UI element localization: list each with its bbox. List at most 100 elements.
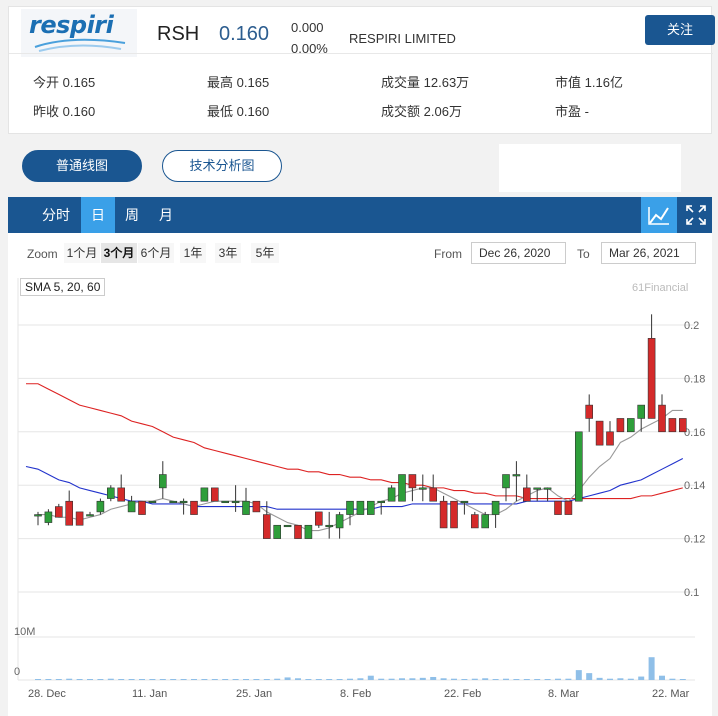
candle-body — [512, 474, 521, 477]
volume-bar — [544, 679, 551, 680]
volume-bar — [555, 678, 561, 680]
volume-bar — [243, 679, 249, 680]
candle-body — [86, 514, 94, 517]
candle-body — [179, 500, 188, 504]
volume-bar — [76, 679, 83, 680]
candle-body — [65, 500, 73, 526]
candle-body — [107, 487, 115, 499]
candle-body — [127, 500, 136, 513]
candle-body — [304, 524, 313, 539]
candle-body — [418, 487, 427, 490]
y-tick-label: 0.16 — [684, 427, 705, 439]
volume-bar — [295, 678, 301, 680]
volume-bar — [97, 679, 104, 680]
x-tick-label: 28. Dec — [28, 688, 66, 700]
volume-bar — [378, 678, 385, 680]
candle-body — [366, 500, 375, 515]
candle-body — [637, 404, 646, 419]
volume-bar — [211, 679, 218, 680]
candle-body — [491, 500, 500, 515]
volume-bar — [315, 679, 322, 680]
x-tick-label: 22. Mar — [652, 688, 690, 700]
candle-body — [231, 500, 240, 504]
volume-bar — [648, 657, 655, 680]
candle-body — [585, 404, 594, 419]
volume-tick-label: 10M — [14, 626, 35, 638]
candle-body — [678, 418, 687, 433]
candle-body — [408, 474, 417, 489]
candle-body — [460, 500, 469, 504]
candle-body — [356, 500, 365, 515]
volume-bar — [35, 679, 41, 680]
volume-bar — [409, 678, 416, 680]
volume-bar — [253, 679, 260, 680]
volume-bar — [534, 679, 541, 680]
volume-bar — [513, 679, 520, 680]
candle-body — [190, 500, 198, 515]
volume-bar — [492, 679, 499, 680]
volume-bar — [461, 679, 468, 680]
candle-body — [273, 524, 282, 539]
candle-body — [668, 418, 677, 433]
candle-body — [398, 474, 406, 502]
candle-body — [626, 418, 635, 433]
candle-body — [574, 431, 583, 502]
volume-bar — [149, 679, 156, 680]
candle-body — [429, 487, 438, 502]
candle-body — [335, 514, 344, 529]
x-tick-label: 22. Feb — [444, 688, 481, 700]
candle-body — [325, 524, 334, 528]
sma60-line — [26, 383, 683, 500]
candle-body — [377, 500, 386, 504]
candle-body — [159, 474, 167, 489]
candle-body — [211, 487, 219, 502]
volume-bar — [232, 679, 239, 680]
volume-bar — [607, 678, 613, 680]
candle-body — [554, 500, 562, 515]
y-tick-label: 0.18 — [684, 373, 705, 385]
candle-body — [200, 487, 209, 502]
volume-bar — [66, 678, 73, 680]
volume-tick-label: 0 — [14, 666, 20, 678]
volume-bar — [399, 678, 405, 680]
volume-bar — [523, 679, 530, 680]
volume-bar — [107, 678, 114, 680]
candle-body — [54, 506, 63, 518]
x-tick-label: 25. Jan — [236, 688, 272, 700]
candle-body — [262, 514, 271, 539]
volume-bar — [222, 679, 229, 680]
x-tick-label: 8. Feb — [340, 688, 371, 700]
volume-bar — [284, 677, 291, 680]
volume-bar — [575, 670, 582, 680]
volume-bar — [170, 679, 177, 680]
volume-bar — [430, 676, 437, 680]
volume-bar — [659, 675, 665, 680]
volume-bar — [347, 678, 353, 680]
candle-body — [616, 418, 625, 433]
volume-bar — [180, 679, 187, 680]
candle-body — [96, 500, 105, 513]
page: respiri RSH 0.160 0.000 0.00% RESPIRI LI… — [0, 0, 718, 716]
volume-bar — [596, 677, 603, 680]
volume-bar — [55, 679, 62, 680]
candle-body — [470, 514, 479, 529]
candle-body — [75, 511, 84, 526]
volume-bar — [274, 678, 281, 680]
candle-body — [543, 487, 552, 490]
y-tick-label: 0.2 — [684, 320, 699, 332]
candle-body — [658, 404, 666, 433]
candlestick-chart: 0.2 0.18 0.16 0.14 0.12 0.1 10M 0 28. Dec 11. Jan… — [14, 278, 705, 700]
candle-body — [595, 420, 604, 446]
y-tick-label: 0.1 — [684, 587, 699, 599]
candle-body — [502, 474, 510, 489]
volume-bar — [201, 679, 208, 680]
volume-bar — [159, 679, 166, 680]
candle-body — [439, 500, 448, 529]
volume-bar — [305, 679, 312, 680]
volume-bar — [326, 679, 333, 680]
candle-body — [606, 431, 614, 446]
candle-body — [34, 514, 42, 517]
x-tick-label: 8. Mar — [548, 688, 580, 700]
candle-body — [283, 524, 292, 528]
candle-body — [169, 500, 177, 504]
